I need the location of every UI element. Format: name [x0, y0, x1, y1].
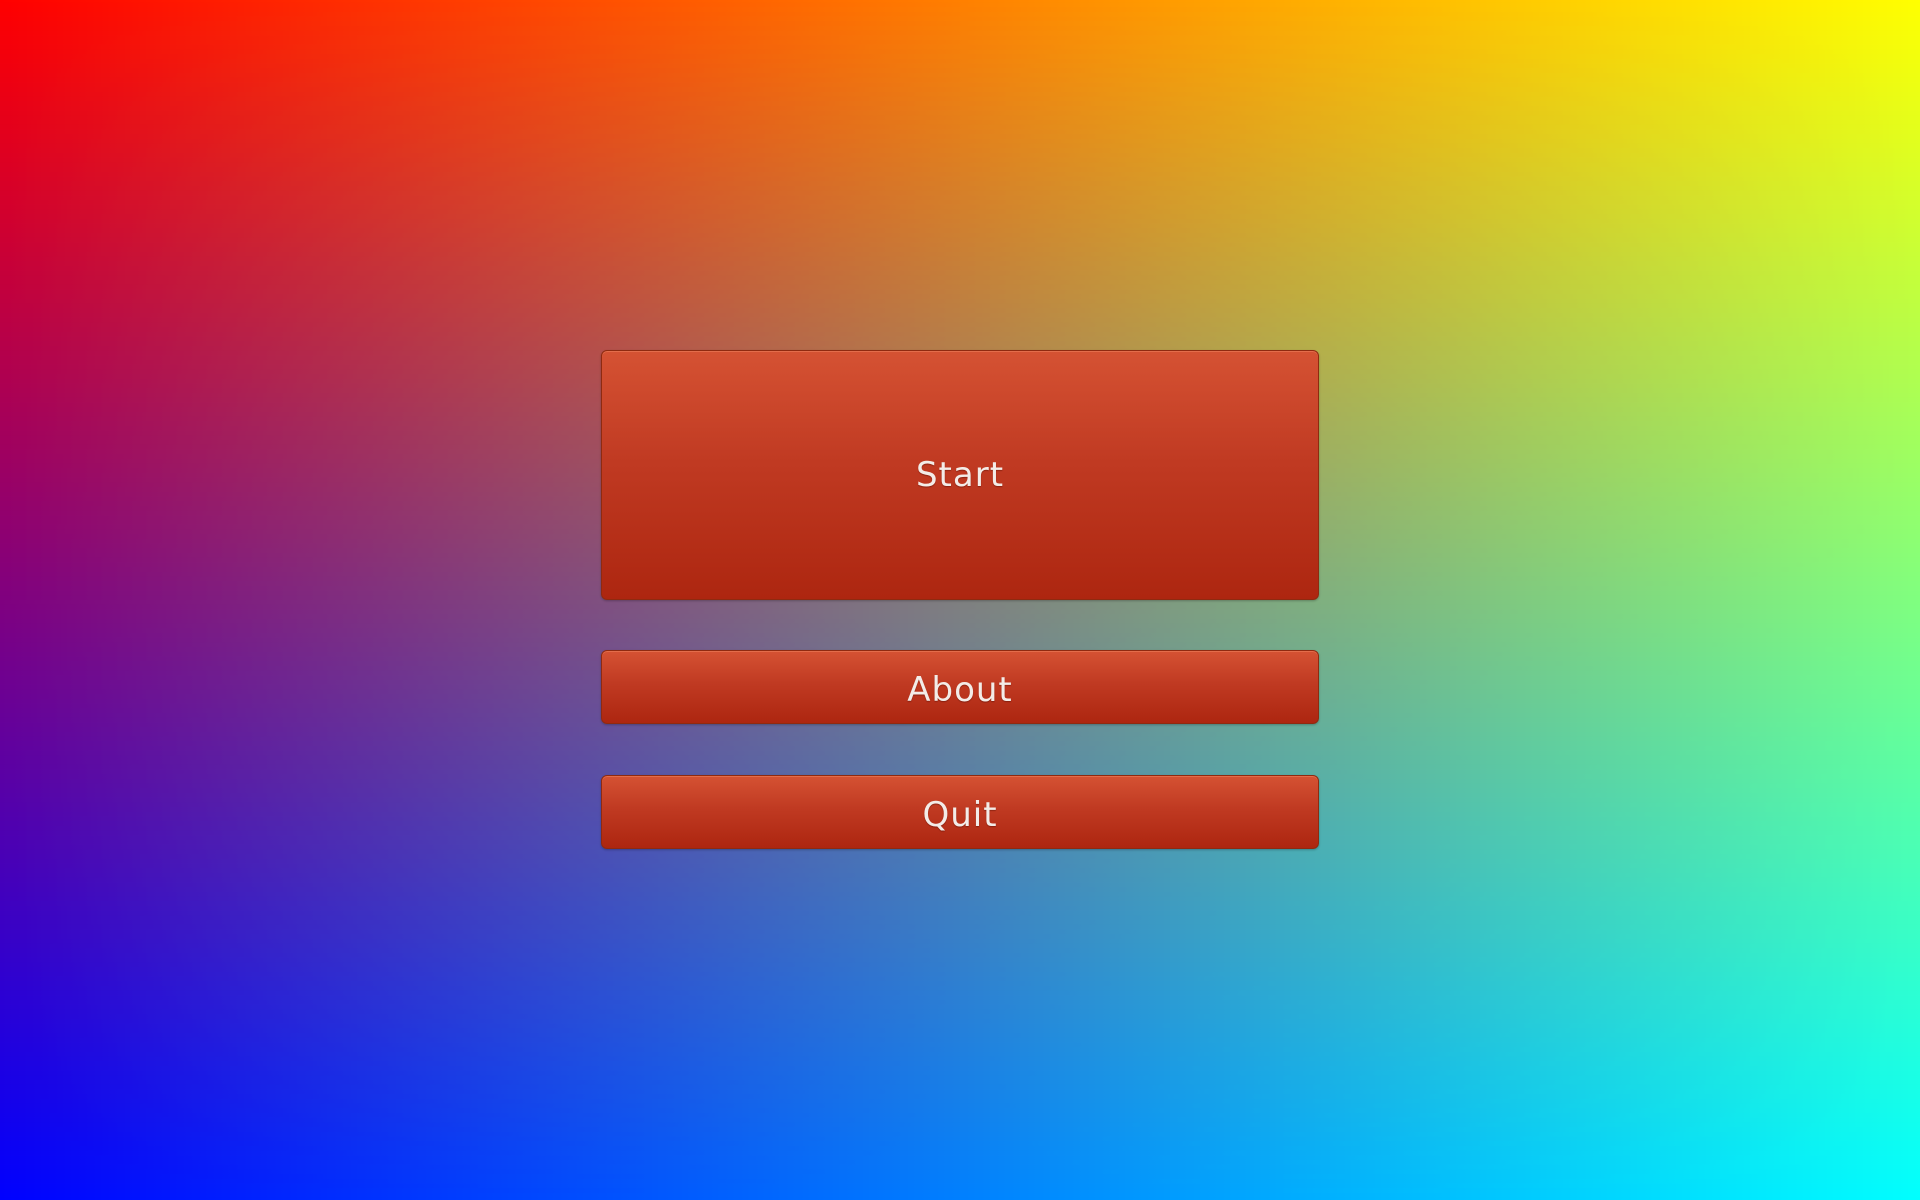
about-button-label: About: [907, 670, 1013, 710]
quit-button-label: Quit: [922, 795, 998, 835]
start-button-label: Start: [915, 455, 1005, 495]
gradient-background-overlay: [0, 0, 1920, 1200]
quit-button[interactable]: Quit: [601, 775, 1319, 849]
main-menu-screen: Start About Quit: [0, 0, 1920, 1200]
about-button[interactable]: About: [601, 650, 1319, 724]
start-button[interactable]: Start: [601, 350, 1319, 600]
